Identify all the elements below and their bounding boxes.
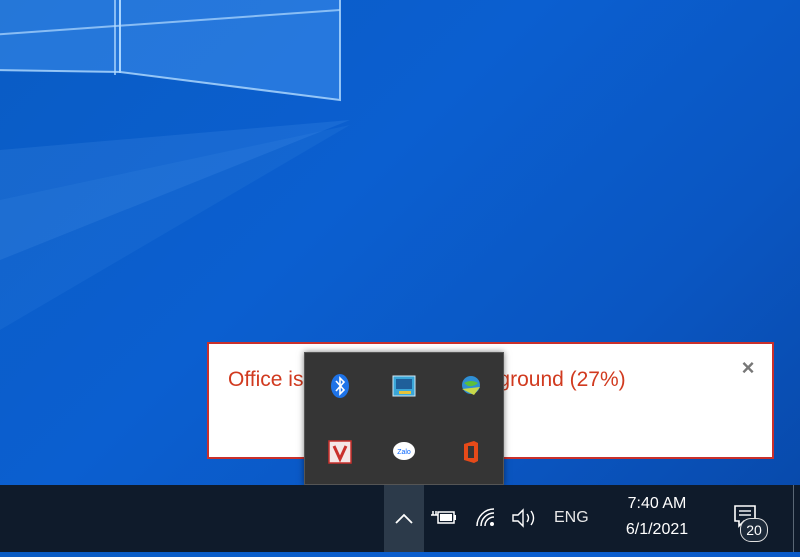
zalo-icon[interactable]: Zalo [391, 439, 417, 465]
date-label: 6/1/2021 [625, 521, 689, 538]
close-icon[interactable]: × [738, 357, 758, 379]
zalo-label: Zalo [397, 449, 411, 456]
battery-charging-icon[interactable] [430, 507, 458, 529]
office-icon[interactable] [458, 439, 484, 465]
chevron-up-icon [395, 513, 413, 524]
language-indicator[interactable]: ENG [554, 509, 589, 527]
display-settings-icon[interactable] [391, 373, 417, 399]
wifi-icon[interactable] [474, 506, 500, 530]
bluetooth-icon[interactable] [327, 373, 353, 399]
taskbar: ENG 7:40 AM 6/1/2021 20 [0, 485, 800, 552]
internet-download-manager-icon[interactable] [458, 373, 484, 399]
vnpay-v-icon[interactable] [327, 439, 353, 465]
time-label: 7:40 AM [627, 495, 687, 512]
volume-icon[interactable] [510, 507, 540, 529]
notification-count-badge: 20 [740, 518, 768, 542]
clock[interactable]: 7:40 AM 6/1/2021 [610, 491, 704, 543]
show-hidden-icons-button[interactable] [384, 485, 424, 552]
show-desktop-button[interactable] [793, 485, 800, 552]
hidden-icons-tray: Zalo [304, 352, 504, 485]
